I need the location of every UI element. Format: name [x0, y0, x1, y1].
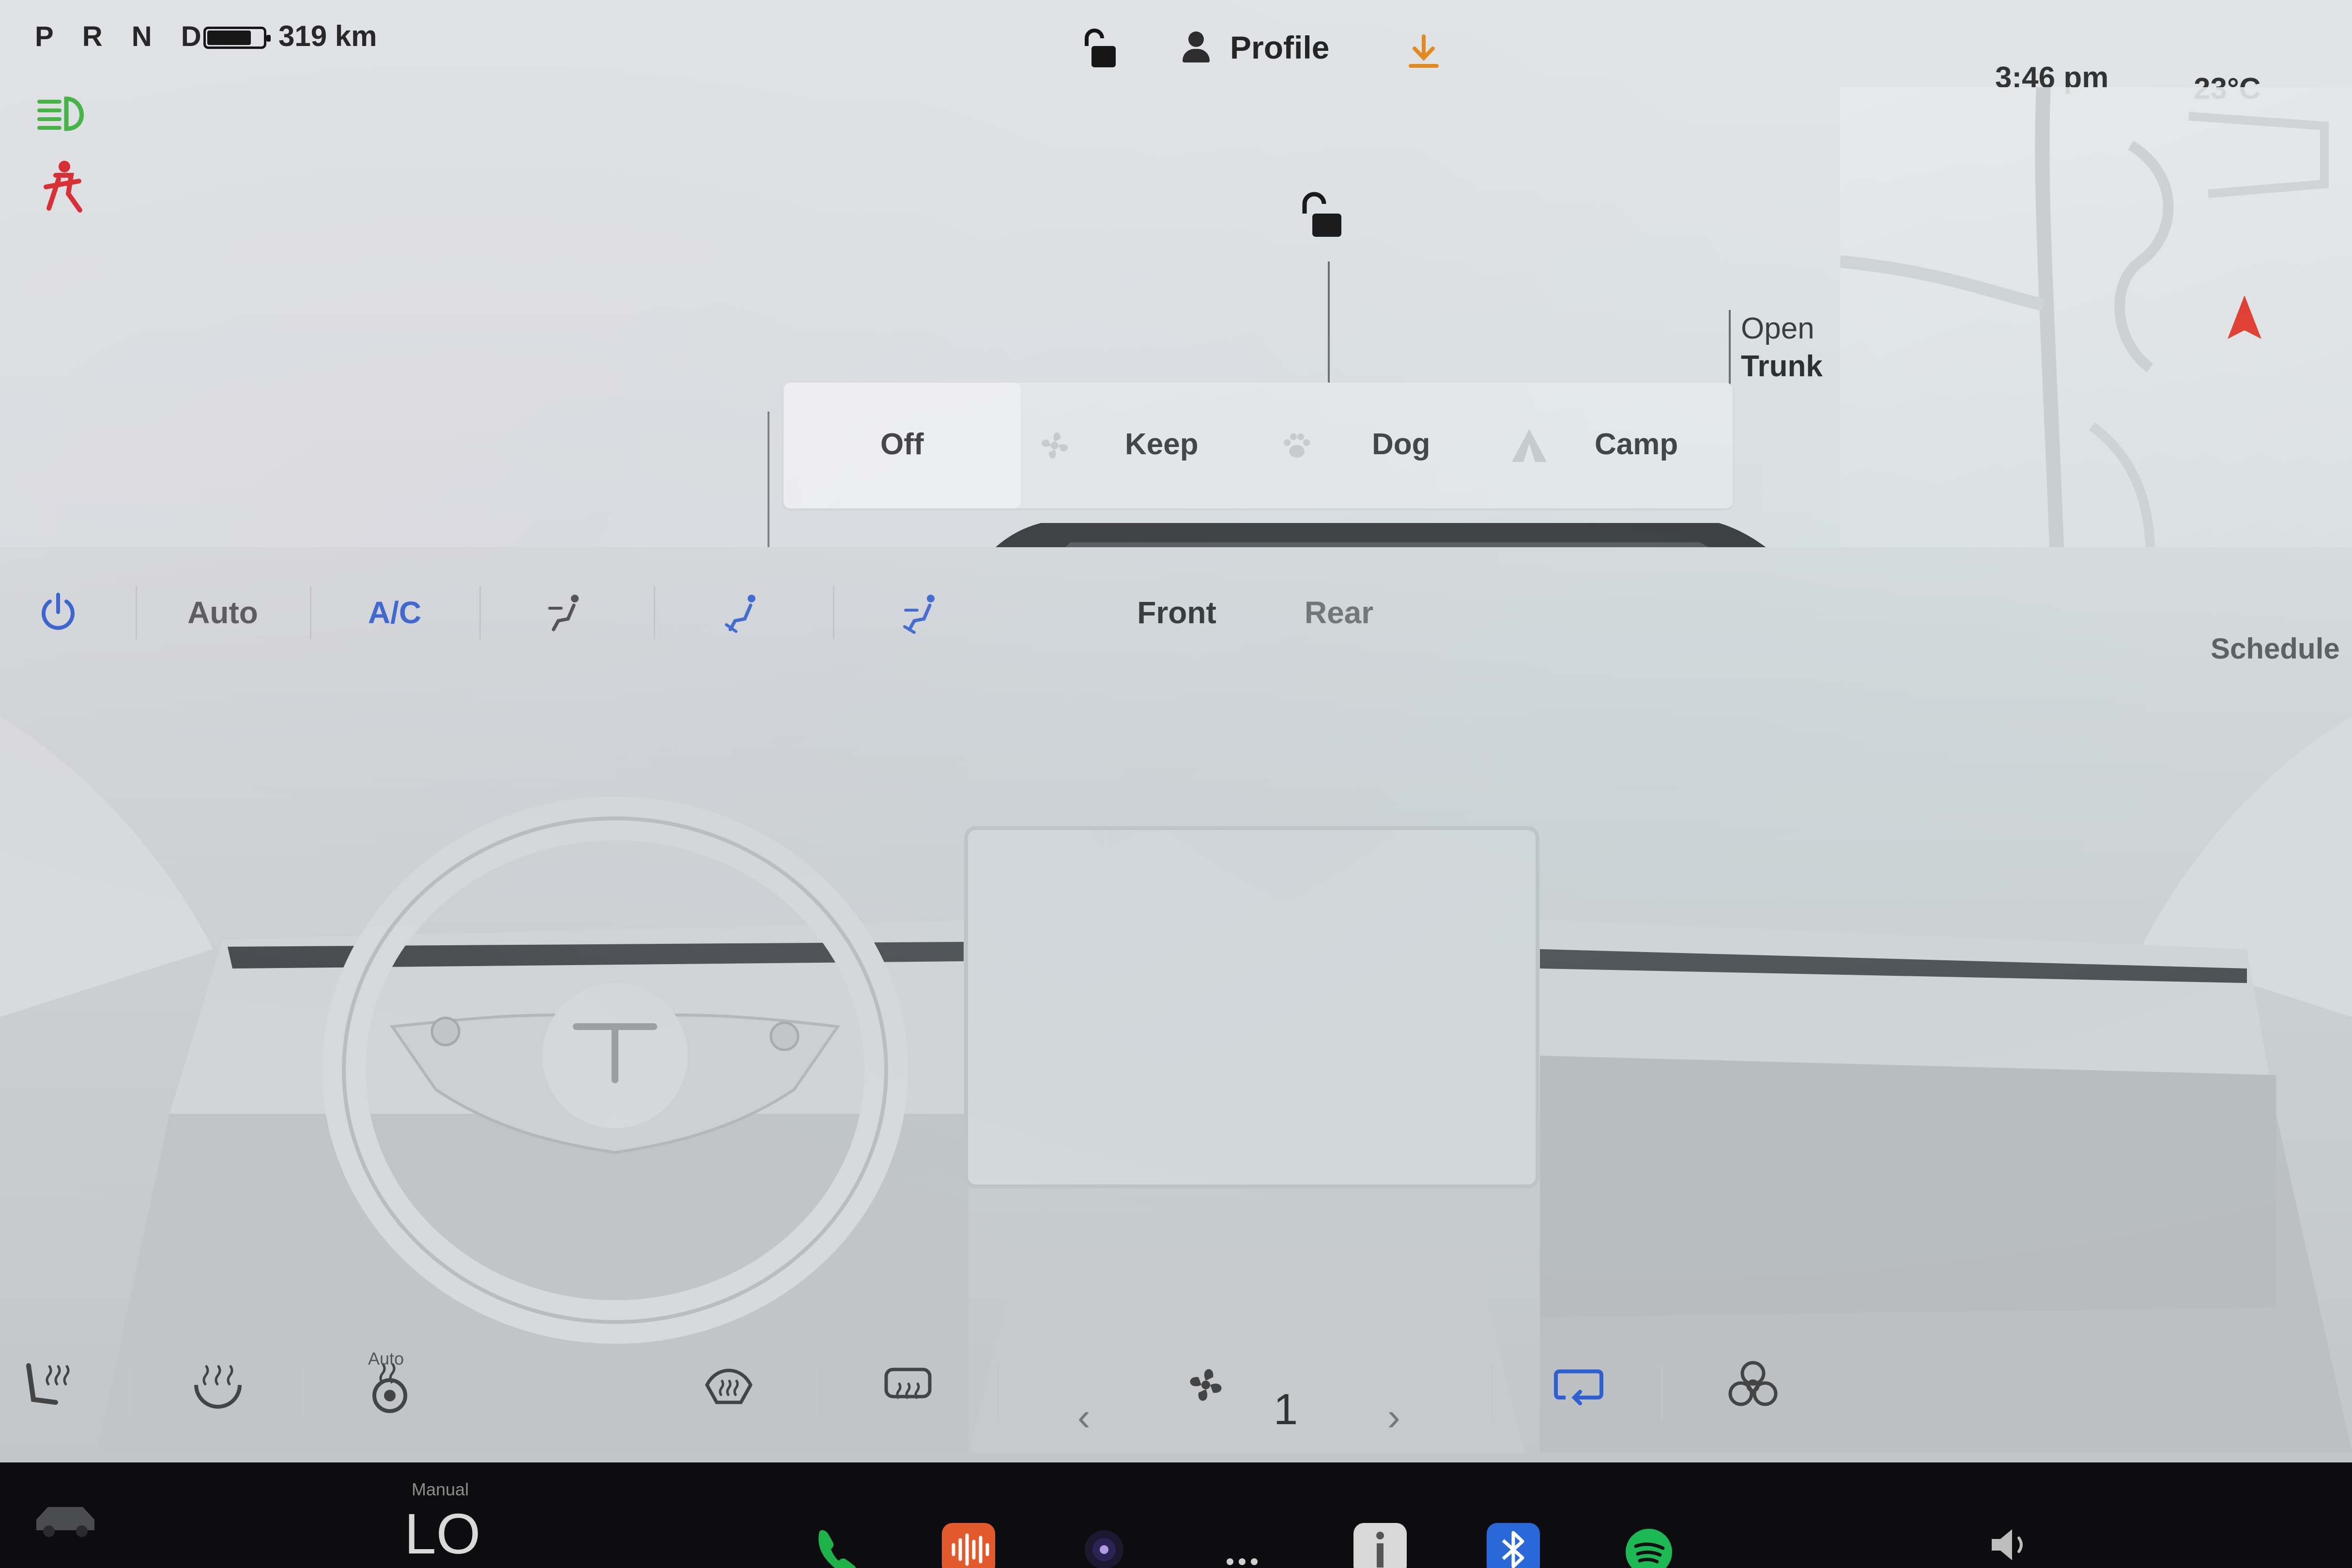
keep-option-camp[interactable]: Camp	[1595, 427, 1678, 461]
more-apps-button[interactable]	[1215, 1523, 1269, 1568]
car-lock-button[interactable]	[1298, 191, 1346, 240]
fan-icon	[1035, 426, 1074, 465]
keep-option-off[interactable]: Off	[880, 427, 924, 461]
trunk-label-line1: Open	[1741, 312, 1814, 345]
car-icon[interactable]	[31, 1496, 99, 1540]
separator	[136, 586, 137, 639]
bluetooth-app[interactable]	[1487, 1523, 1540, 1568]
cabin-temperature[interactable]: LO	[404, 1501, 480, 1567]
audio-icon	[952, 1533, 989, 1566]
open-trunk-button[interactable]: Open Trunk	[1741, 310, 1823, 385]
zone-rear-label: Rear	[1304, 595, 1374, 630]
front-defrost-icon	[705, 1368, 753, 1404]
info-app[interactable]	[1353, 1523, 1407, 1568]
climate-power-button[interactable]	[29, 571, 87, 654]
phone-icon	[818, 1530, 856, 1568]
paw-icon	[1277, 426, 1316, 465]
gear-indicator: P R N D	[35, 21, 212, 52]
separator	[1661, 1366, 1662, 1419]
seatbelt-warning-icon	[36, 160, 87, 215]
separator	[479, 586, 481, 639]
separator	[833, 586, 834, 639]
spotify-icon	[1626, 1529, 1672, 1568]
profile-label: Profile	[1230, 30, 1330, 65]
seat-heater-icon	[26, 1363, 70, 1405]
audio-app[interactable]	[942, 1523, 995, 1568]
bluetooth-icon	[1502, 1531, 1524, 1568]
navigation-map[interactable]	[1839, 87, 2352, 582]
ac-button[interactable]: A/C	[334, 571, 455, 654]
battery-icon	[203, 27, 271, 49]
separator	[310, 586, 311, 639]
profile-button[interactable]: Profile	[1182, 29, 1329, 66]
airflow-face-button[interactable]	[538, 571, 596, 654]
bioweapon-defense-button[interactable]	[1726, 1356, 1780, 1414]
climate-controls-row: Auto A/C Front Rear	[0, 571, 2352, 654]
lock-open-icon[interactable]	[1080, 27, 1119, 70]
seat-heater-auto-label: Auto	[368, 1349, 404, 1368]
chevron-left-icon[interactable]: ‹	[1077, 1395, 1091, 1439]
map-roads	[1839, 87, 2329, 582]
spotify-app[interactable]	[1622, 1523, 1676, 1568]
phone-app[interactable]	[809, 1523, 862, 1568]
recirculate-icon	[1554, 1369, 1603, 1405]
power-icon	[42, 593, 75, 630]
steering-heater-button[interactable]	[191, 1356, 245, 1414]
bioweapon-mode-icon	[1728, 1361, 1778, 1406]
lock-callout-line	[1328, 261, 1330, 387]
range-readout: 319 km	[278, 20, 377, 52]
ac-label: A/C	[368, 595, 422, 630]
fan-speed-value: 1	[1274, 1385, 1298, 1434]
camera-icon	[1085, 1530, 1123, 1568]
seat-heater-button[interactable]	[22, 1356, 75, 1414]
separator	[303, 1366, 304, 1419]
fan-icon	[1190, 1369, 1222, 1401]
climate-bottom-row	[0, 1337, 2352, 1433]
trunk-label-line2: Trunk	[1741, 350, 1823, 383]
zone-front-label: Front	[1137, 595, 1216, 630]
zone-rear-tab[interactable]: Rear	[1278, 571, 1399, 654]
separator	[998, 1366, 999, 1419]
airflow-feet-icon	[903, 595, 935, 634]
separator	[1491, 1366, 1493, 1419]
more-icon	[1227, 1558, 1258, 1565]
map-position-arrow-icon	[2228, 295, 2261, 339]
keep-callout-line	[768, 412, 769, 557]
battery-level	[207, 31, 251, 45]
keep-climate-selector: Off Keep Dog Camp	[784, 383, 1733, 508]
separator	[654, 586, 655, 639]
airflow-face-feet-icon	[725, 595, 755, 633]
tent-icon	[1510, 426, 1549, 465]
keep-option-dog[interactable]: Dog	[1372, 427, 1430, 461]
airflow-face-feet-button[interactable]	[714, 571, 772, 654]
keep-option-keep[interactable]: Keep	[1125, 427, 1199, 461]
steering-wheel-heater-icon	[194, 1365, 242, 1409]
airflow-feet-button[interactable]	[893, 571, 952, 654]
zone-front-tab[interactable]: Front	[1109, 571, 1245, 654]
climate-mode-label: Manual	[412, 1479, 469, 1499]
person-icon	[1182, 31, 1211, 63]
tesla-screen: P R N D 319 km Profile 3:46 pm 23°C	[0, 0, 2352, 1568]
front-defrost-button[interactable]	[702, 1356, 755, 1414]
rear-defrost-icon	[884, 1368, 932, 1399]
auto-label: Auto	[187, 595, 258, 630]
recirculate-button[interactable]	[1552, 1356, 1605, 1414]
climate-auto-button[interactable]: Auto	[160, 571, 286, 654]
info-icon	[1376, 1532, 1384, 1568]
airflow-face-icon	[548, 595, 579, 631]
volume-icon[interactable]	[1988, 1525, 2034, 1564]
lock-open-icon	[1302, 192, 1341, 237]
separator	[131, 1366, 132, 1419]
schedule-button[interactable]: Schedule	[2211, 632, 2340, 665]
headlights-icon	[36, 92, 94, 136]
camera-app[interactable]	[1077, 1523, 1131, 1568]
fan-speed-control[interactable]	[1179, 1356, 1232, 1414]
rear-defrost-button[interactable]	[881, 1356, 935, 1414]
download-icon[interactable]	[1407, 34, 1441, 70]
separator	[816, 1366, 817, 1419]
chevron-right-icon[interactable]: ›	[1387, 1395, 1400, 1439]
